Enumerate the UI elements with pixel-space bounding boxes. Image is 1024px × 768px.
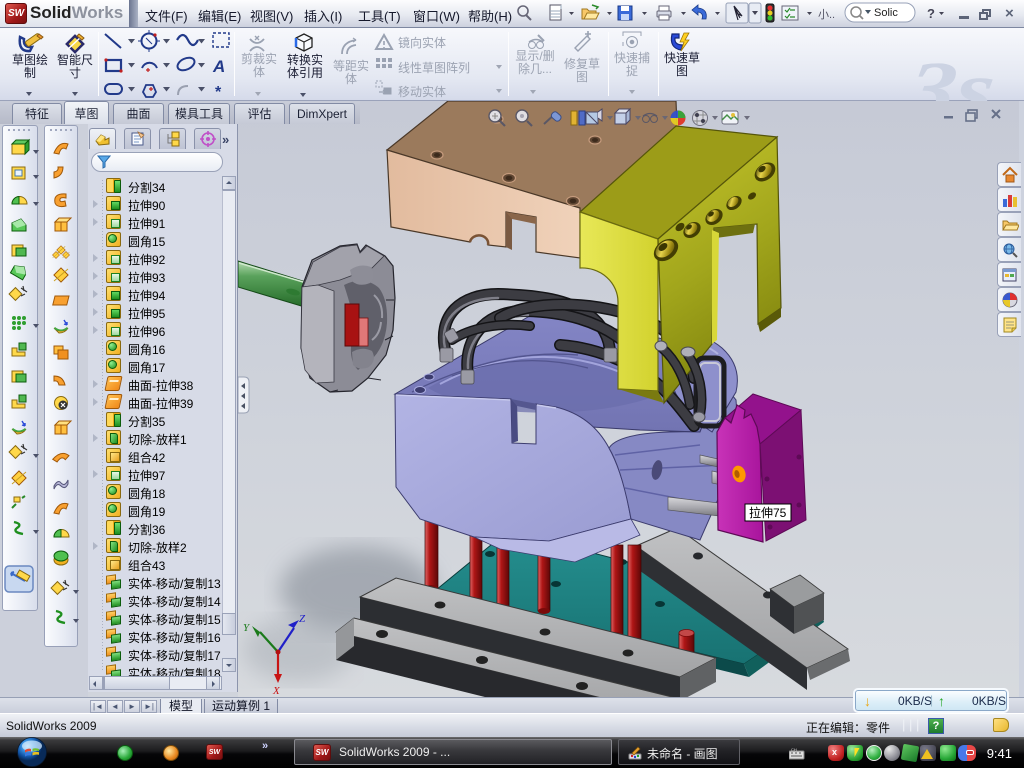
svg-text:CH: CH [791, 748, 797, 752]
svg-text:*: * [215, 84, 222, 101]
svg-text:Solic: Solic [874, 7, 898, 19]
svg-text:小..: 小.. [818, 8, 835, 21]
svg-text:A: A [212, 57, 225, 76]
svg-text:?: ? [927, 6, 935, 21]
